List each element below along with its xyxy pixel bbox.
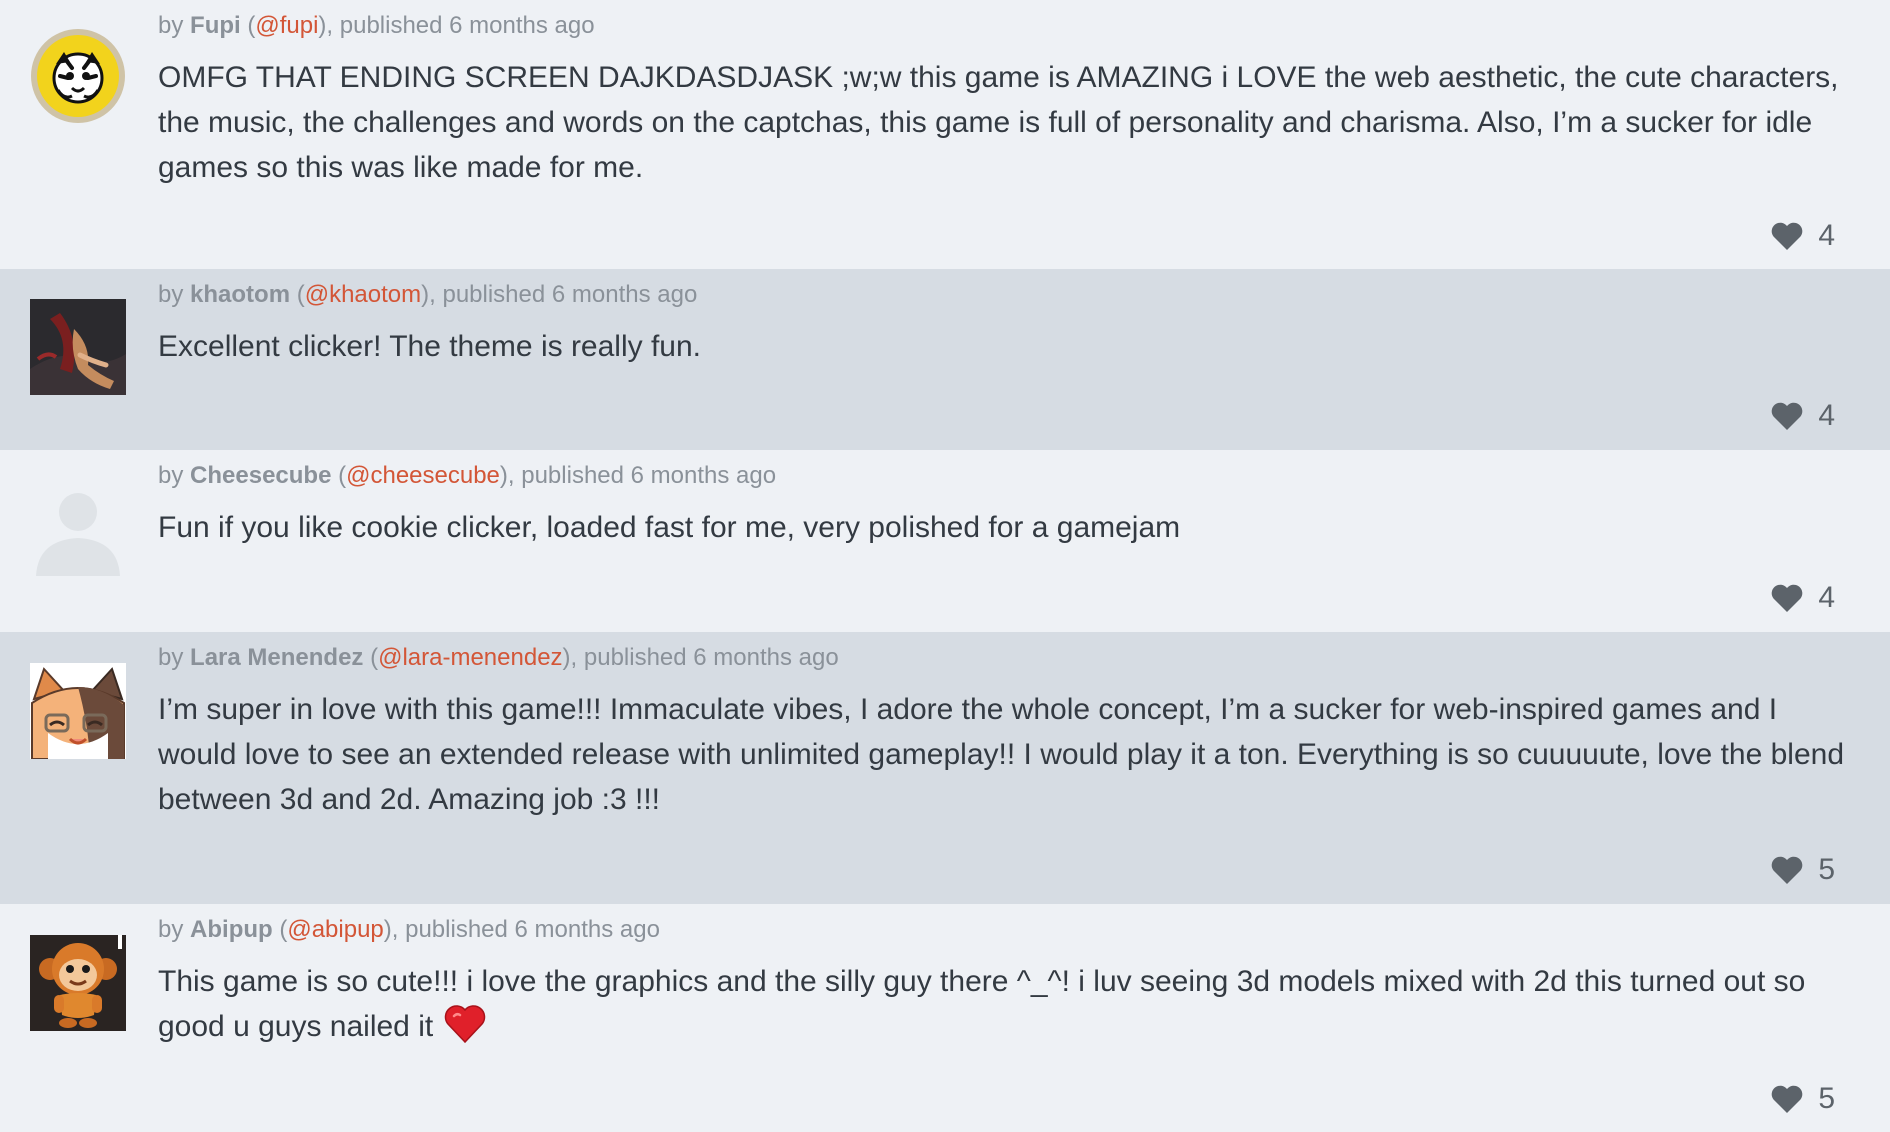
- author-name[interactable]: Fupi: [190, 12, 241, 39]
- published-time: published 6 months ago: [405, 916, 660, 943]
- heart-icon[interactable]: [1770, 583, 1804, 613]
- by-prefix: by: [158, 916, 184, 943]
- tiger-avatar-icon[interactable]: [30, 28, 126, 124]
- like-count: 5: [1818, 853, 1835, 886]
- like-button[interactable]: 5: [1770, 853, 1835, 887]
- cat-girl-avatar-icon[interactable]: [30, 663, 126, 759]
- comment: by Lara Menendez (@lara-menendez), publi…: [0, 632, 1890, 904]
- like-button[interactable]: 4: [1770, 399, 1835, 433]
- author-handle-link[interactable]: @khaotom: [305, 281, 421, 308]
- comment-body: Fun if you like cookie clicker, loaded f…: [158, 511, 1181, 544]
- like-button[interactable]: 5: [1770, 1082, 1835, 1116]
- author-handle-link[interactable]: @cheesecube: [346, 462, 500, 489]
- comment-meta: by Abipup (@abipup), published 6 months …: [158, 916, 660, 943]
- heart-icon[interactable]: [1770, 401, 1804, 431]
- comment: by khaotom (@khaotom), published 6 month…: [0, 269, 1890, 450]
- author-name[interactable]: khaotom: [190, 281, 290, 308]
- like-count: 4: [1818, 581, 1835, 614]
- heart-icon[interactable]: [1770, 221, 1804, 251]
- by-prefix: by: [158, 12, 184, 39]
- like-button[interactable]: 4: [1770, 581, 1835, 615]
- like-count: 5: [1818, 1082, 1835, 1115]
- like-count: 4: [1818, 399, 1835, 432]
- like-button[interactable]: 4: [1770, 219, 1835, 253]
- author-handle-link[interactable]: @lara-menendez: [378, 644, 562, 671]
- author-handle-link[interactable]: @abipup: [287, 916, 383, 943]
- default-user-avatar-icon[interactable]: [30, 480, 126, 576]
- author-name[interactable]: Lara Menendez: [190, 644, 363, 671]
- heart-icon[interactable]: [1770, 855, 1804, 885]
- comment-body-text: This game is so cute!!! i love the graph…: [158, 965, 1806, 1043]
- author-handle-link[interactable]: @fupi: [255, 12, 318, 39]
- comment-feed: by Fupi (@fupi), published 6 months ago …: [0, 0, 1890, 1132]
- comment-meta: by Cheesecube (@cheesecube), published 6…: [158, 462, 777, 489]
- by-prefix: by: [158, 281, 184, 308]
- published-time: published 6 months ago: [521, 462, 777, 489]
- comment-meta: by Lara Menendez (@lara-menendez), publi…: [158, 644, 839, 671]
- dark-figure-avatar-icon[interactable]: [30, 299, 126, 395]
- comment-meta: by khaotom (@khaotom), published 6 month…: [158, 281, 698, 308]
- heart-icon[interactable]: [1770, 1084, 1804, 1114]
- author-name[interactable]: Abipup: [190, 916, 273, 943]
- by-prefix: by: [158, 644, 184, 671]
- comment-body: Excellent clicker! The theme is really f…: [158, 330, 702, 363]
- comment: by Cheesecube (@cheesecube), published 6…: [0, 450, 1890, 632]
- comment-body: I’m super in love with this game!!! Imma…: [158, 693, 1845, 816]
- author-name[interactable]: Cheesecube: [190, 462, 331, 489]
- comment-body: This game is so cute!!! i love the graph…: [158, 959, 1858, 1049]
- published-time: published 6 months ago: [442, 281, 698, 308]
- monkey-avatar-icon[interactable]: [30, 935, 126, 1031]
- comment: by Fupi (@fupi), published 6 months ago …: [0, 0, 1890, 269]
- red-heart-emoji-icon: [444, 1005, 486, 1044]
- published-time: published 6 months ago: [339, 12, 595, 39]
- published-time: published 6 months ago: [583, 644, 839, 671]
- comment-body: OMFG THAT ENDING SCREEN DAJKDASDJASK ;w;…: [158, 61, 1839, 184]
- like-count: 4: [1818, 219, 1835, 252]
- by-prefix: by: [158, 462, 184, 489]
- comment: by Abipup (@abipup), published 6 months …: [0, 904, 1890, 1132]
- comment-meta: by Fupi (@fupi), published 6 months ago: [158, 12, 595, 39]
